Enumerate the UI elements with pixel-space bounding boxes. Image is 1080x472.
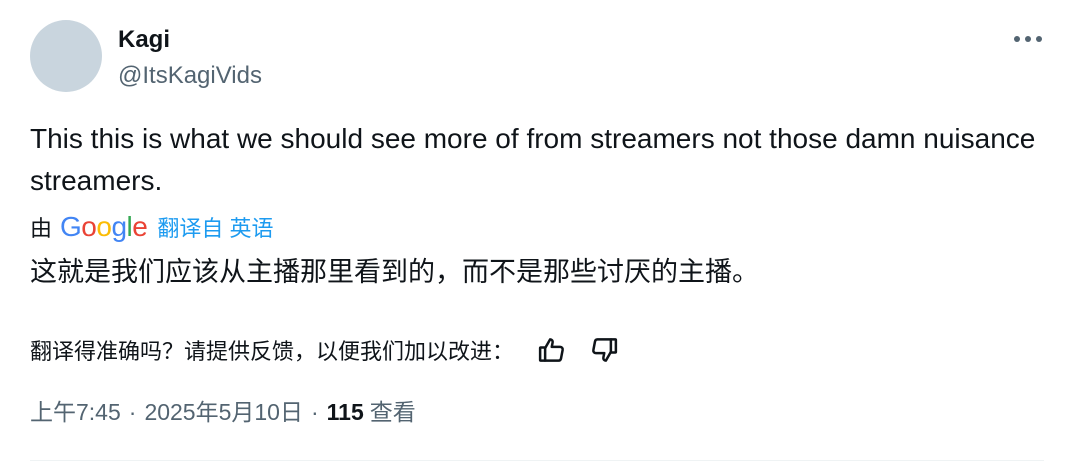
meta-separator: · <box>310 399 319 425</box>
more-options-button[interactable] <box>1006 24 1050 54</box>
google-logo: Google <box>60 211 148 242</box>
translated-text: 这就是我们应该从主播那里看到的，而不是那些讨厌的主播。 <box>30 257 759 287</box>
view-count: 115 <box>326 399 364 425</box>
tweet-time[interactable]: 上午7:45 <box>30 395 121 429</box>
views-label: 查看 <box>369 399 416 425</box>
translation-prefix: 由 <box>30 216 53 241</box>
tweet-meta: 上午7:45 · 2025年5月10日 · 115 查看 <box>30 395 416 429</box>
more-horizontal-icon <box>1014 36 1042 42</box>
author-name[interactable]: Kagi <box>118 24 170 56</box>
thumbs-up-icon <box>538 338 564 362</box>
translation-feedback: 翻译得准确吗？请提供反馈，以便我们加以改进： <box>30 330 624 370</box>
feedback-prompt: 翻译得准确吗？请提供反馈，以便我们加以改进： <box>30 339 515 364</box>
avatar[interactable] <box>30 20 102 92</box>
author-handle[interactable]: @ItsKagiVids <box>118 60 262 92</box>
tweet-text: This this is what we should see more of … <box>30 123 1036 196</box>
thumbs-down-button[interactable] <box>584 330 624 370</box>
divider <box>30 460 1044 461</box>
meta-separator: · <box>128 399 137 425</box>
thumbs-down-icon <box>592 338 618 362</box>
translation-attribution: 由 Google 翻译自 英语 <box>30 209 273 245</box>
translated-from-link[interactable]: 翻译自 英语 <box>157 211 273 243</box>
tweet-date[interactable]: 2025年5月10日 <box>144 395 303 429</box>
thumbs-up-button[interactable] <box>532 330 572 370</box>
